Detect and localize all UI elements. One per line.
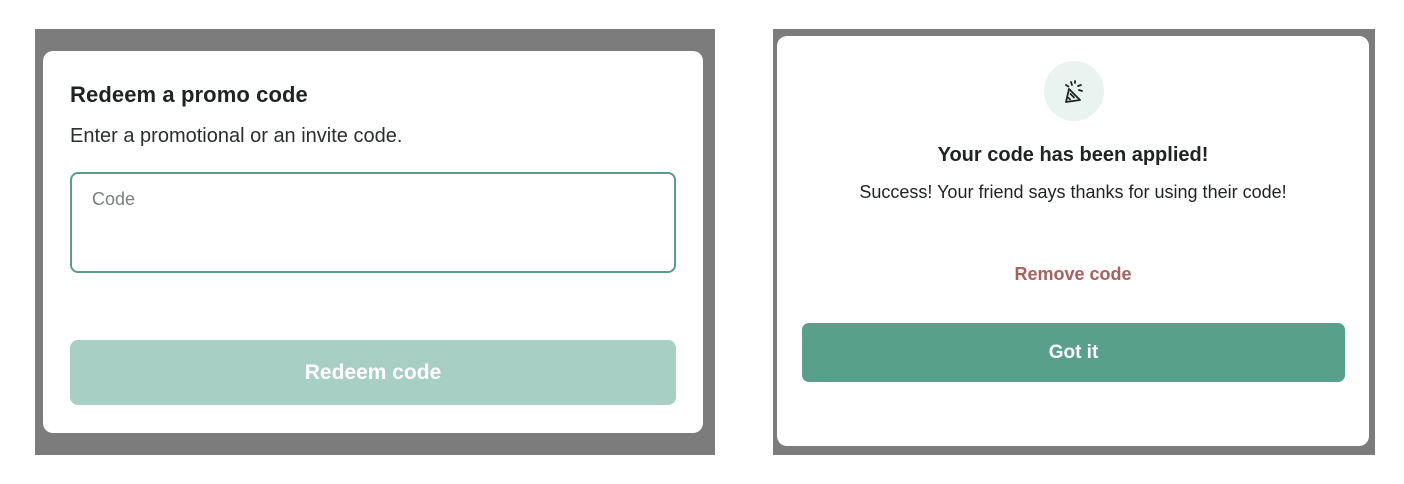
redeem-code-button[interactable]: Redeem code — [70, 340, 676, 405]
modal-overlay-left: Redeem a promo code Enter a promotional … — [35, 29, 715, 455]
dialog-subtitle: Enter a promotional or an invite code. — [70, 125, 403, 147]
modal-overlay-right: Your code has been applied! Success! You… — [773, 29, 1375, 455]
code-input[interactable] — [72, 174, 674, 271]
remove-code-link[interactable]: Remove code — [777, 264, 1369, 285]
party-popper-icon — [1044, 61, 1104, 121]
code-field[interactable] — [70, 172, 676, 273]
redeem-promo-dialog: Redeem a promo code Enter a promotional … — [43, 51, 703, 433]
success-title: Your code has been applied! — [937, 144, 1209, 166]
dialog-title: Redeem a promo code — [70, 82, 308, 107]
code-applied-dialog: Your code has been applied! Success! You… — [777, 36, 1369, 446]
got-it-button[interactable]: Got it — [802, 323, 1345, 382]
success-message: Success! Your friend says thanks for usi… — [859, 182, 1287, 202]
